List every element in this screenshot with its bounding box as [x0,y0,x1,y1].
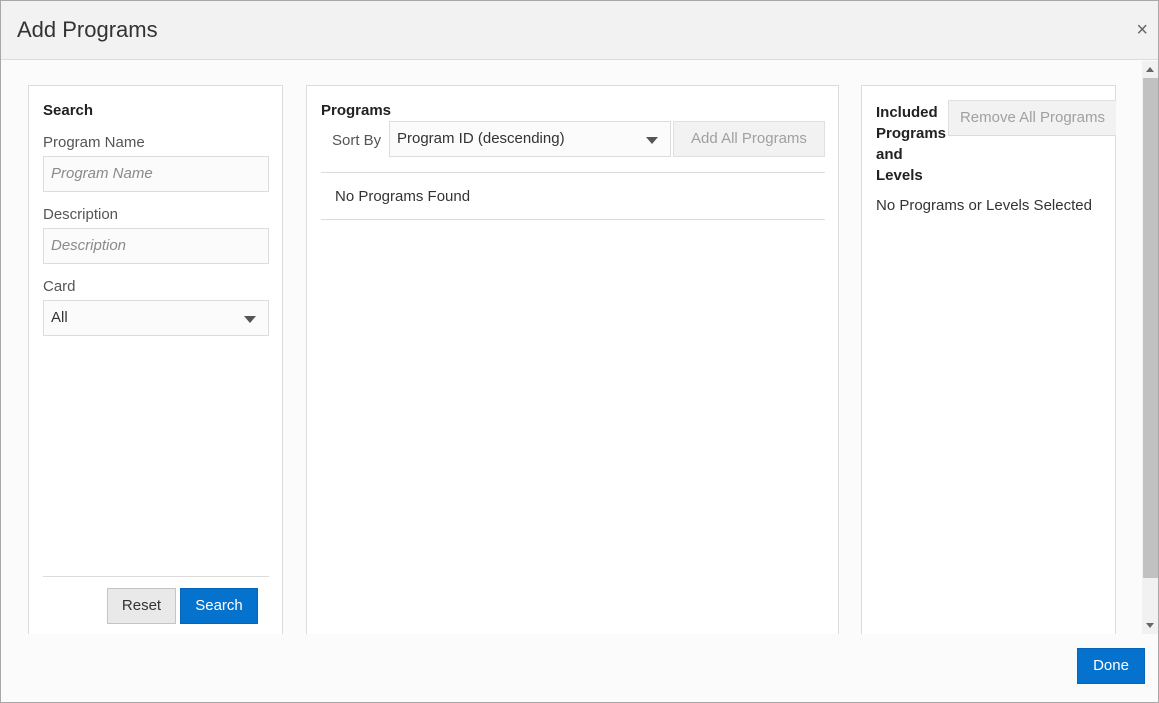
included-empty-message: No Programs or Levels Selected [876,197,1092,214]
programs-list-bottom-divider [321,219,825,220]
included-heading-line2: Programs [876,125,947,142]
reset-button[interactable]: Reset [107,588,176,624]
card-selected-value: All [51,309,68,326]
program-name-label: Program Name [43,134,145,151]
search-actions-divider [43,576,269,577]
dialog-header: Add Programs × [1,1,1158,60]
content-scrollbar[interactable] [1142,61,1158,634]
program-name-placeholder: Program Name [51,165,153,182]
programs-list-top-divider [321,172,825,173]
add-all-programs-button[interactable]: Add All Programs [673,121,825,157]
program-name-input[interactable]: Program Name [43,156,269,192]
search-button[interactable]: Search [180,588,258,624]
scroll-down-arrow-icon[interactable] [1146,623,1154,628]
description-placeholder: Description [51,237,127,254]
programs-panel: Programs Sort By Program ID (descending)… [306,85,839,634]
sort-selected-value: Program ID (descending) [397,130,565,147]
sort-select[interactable]: Program ID (descending) [389,121,671,157]
dialog-title: Add Programs [17,17,158,42]
included-panel: Included Programs and Levels Remove All … [861,85,1116,634]
card-label: Card [43,278,76,295]
remove-all-programs-button[interactable]: Remove All Programs [948,100,1116,136]
dialog-content: Search Program Name Program Name Descrip… [2,61,1142,634]
done-button[interactable]: Done [1077,648,1145,684]
included-heading-line4: Levels [876,167,923,184]
card-select[interactable]: All [43,300,269,336]
scroll-thumb[interactable] [1143,78,1158,578]
included-divider [948,135,1116,136]
included-heading: Included Programs and Levels [876,102,946,186]
chevron-down-icon [244,316,256,323]
description-input[interactable]: Description [43,228,269,264]
search-heading: Search [43,102,94,119]
included-heading-line3: and [876,146,903,163]
dialog-footer: Done [1,634,1158,702]
close-icon[interactable]: × [1136,19,1148,42]
description-label: Description [43,206,119,223]
add-programs-dialog: Add Programs × Search Program Name Progr… [0,0,1159,703]
search-panel: Search Program Name Program Name Descrip… [28,85,283,634]
chevron-down-icon [646,137,658,144]
scroll-up-arrow-icon[interactable] [1146,67,1154,72]
included-heading-line1: Included [876,104,938,121]
sort-by-label: Sort By [332,132,382,149]
programs-heading: Programs [321,102,392,119]
programs-empty-message: No Programs Found [335,188,471,205]
